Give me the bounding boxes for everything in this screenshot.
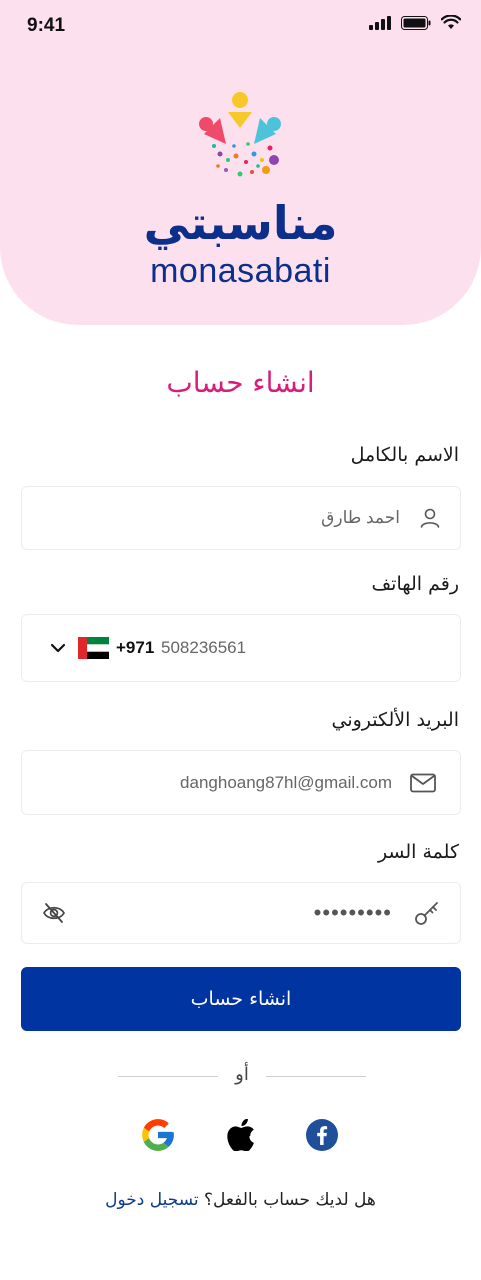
country-dropdown-chevron-icon[interactable]: [50, 642, 66, 654]
login-link[interactable]: تسجيل دخول: [105, 1190, 199, 1210]
divider-line-left: [118, 1076, 218, 1077]
email-value: danghoang87hl@gmail.com: [180, 772, 392, 792]
full-name-label: الاسم بالكامل: [350, 444, 459, 466]
signal-icon: [369, 15, 391, 30]
wifi-icon: [441, 15, 461, 29]
create-account-button[interactable]: انشاء حساب: [21, 967, 461, 1031]
login-prompt: هل لديك حساب بالفعل؟ تسجيل دخول: [0, 1190, 481, 1210]
full-name-field[interactable]: احمد طارق: [21, 486, 461, 550]
brand-name-english: monasabati: [150, 252, 331, 290]
google-icon[interactable]: [139, 1116, 177, 1154]
key-icon: [415, 902, 438, 925]
or-divider: أو: [118, 1064, 366, 1086]
login-question: هل لديك حساب بالفعل؟: [204, 1190, 376, 1210]
phone-number-value: 508236561: [161, 638, 247, 657]
password-value: •••••••••: [313, 900, 392, 925]
eye-off-icon[interactable]: [42, 902, 66, 924]
status-time: 9:41: [27, 15, 66, 36]
brand-name-arabic: مناسبتي: [143, 196, 339, 250]
phone-label: رقم الهاتف: [371, 573, 459, 595]
mail-icon: [410, 773, 436, 792]
status-icons: [369, 15, 461, 30]
password-label: كلمة السر: [377, 841, 459, 863]
user-icon: [420, 508, 440, 528]
password-field[interactable]: •••••••••: [21, 882, 461, 944]
phone-field[interactable]: +971 508236561: [21, 614, 461, 682]
full-name-value: احمد طارق: [321, 508, 400, 527]
country-code: +971: [116, 638, 155, 657]
battery-icon: [401, 15, 431, 30]
or-text: أو: [235, 1064, 249, 1085]
facebook-icon[interactable]: [306, 1119, 338, 1151]
uae-flag-icon: [78, 637, 109, 659]
apple-icon[interactable]: [227, 1119, 255, 1151]
divider-line-right: [266, 1076, 366, 1077]
email-label: البريد الألكتروني: [331, 709, 460, 731]
email-field[interactable]: danghoang87hl@gmail.com: [21, 750, 461, 815]
page-title: انشاء حساب: [166, 366, 315, 399]
brand-logo-icon: [199, 92, 281, 177]
